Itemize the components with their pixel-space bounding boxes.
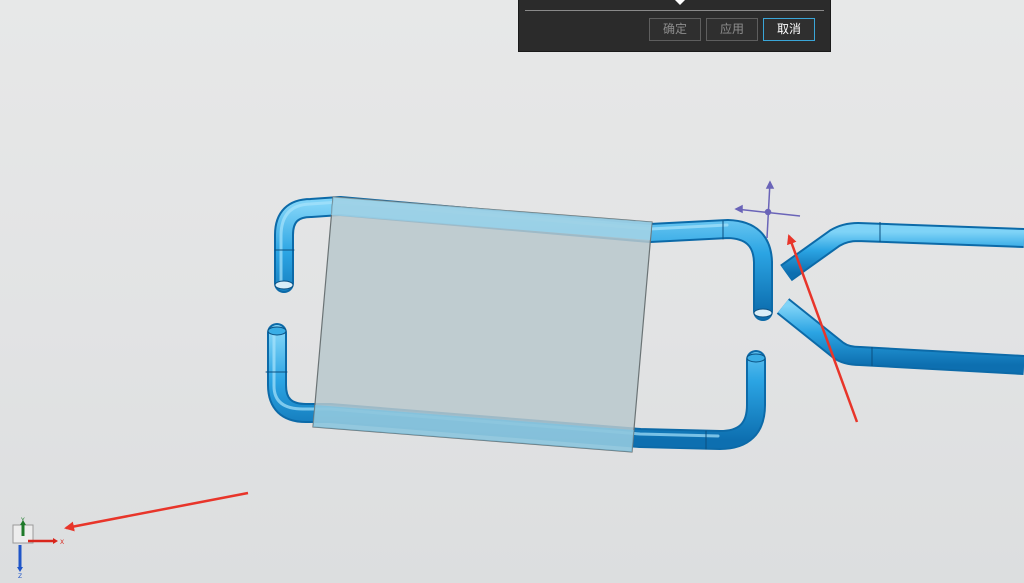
annotation-arrow (64, 491, 249, 532)
y-axis-label: Y (20, 517, 25, 524)
apply-button[interactable]: 应用 (706, 18, 758, 41)
cancel-button[interactable]: 取消 (763, 18, 815, 41)
coordinate-triad[interactable]: Y X Z (12, 517, 64, 580)
triangle-down-icon[interactable] (675, 0, 685, 5)
right-pipe-assembly[interactable] (776, 222, 1024, 375)
dialog-collapse-bar[interactable] (525, 0, 824, 11)
pipe-end-opening (267, 326, 287, 336)
x-axis-label: X (60, 539, 64, 546)
ok-button[interactable]: 确定 (649, 18, 701, 41)
graphics-viewport[interactable]: Y X Z (0, 0, 1024, 583)
pipe-end-opening (753, 308, 773, 318)
z-axis-label: Z (18, 573, 22, 580)
pipe-end-opening (746, 353, 766, 363)
selected-plate-body[interactable] (312, 196, 653, 453)
pipe-end-opening (274, 280, 294, 290)
operation-dialog: 确定 应用 取消 (518, 0, 831, 52)
